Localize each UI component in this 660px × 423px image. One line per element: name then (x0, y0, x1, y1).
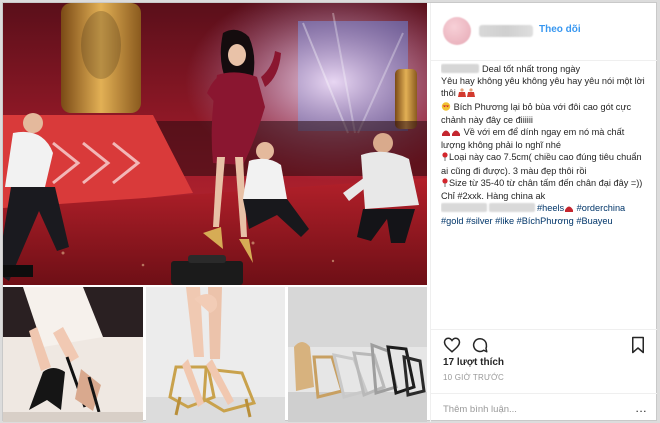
post-caption: Deal tốt nhất trong ngày Yêu hay không y… (441, 63, 647, 313)
follow-button[interactable]: Theo dõi (539, 24, 581, 35)
caption-line-5: Loại này cao 7.5cm( chiều cao đúng tiêu … (441, 152, 642, 176)
caption-username-blurred[interactable] (441, 64, 479, 73)
comment-bar: ... (431, 393, 657, 423)
heel-shoe-emoji-icon (441, 127, 461, 139)
caption-line-4: Về với em để dính ngay em nó mà chất lượ… (441, 127, 625, 151)
heart-icon[interactable] (443, 336, 461, 354)
heel-shoe-emoji-icon (564, 203, 574, 215)
pin-emoji-icon (441, 178, 449, 190)
post-main-photo[interactable] (3, 3, 427, 285)
caption-hashtags-2: #gold #silver #like #BíchPhương #Buayeu (441, 215, 647, 227)
post-sidebar: Theo dõi Deal tốt nhất trong ngày Yêu ha… (430, 3, 657, 423)
ellipsis-icon[interactable]: ... (635, 401, 647, 415)
hashtag-bichphuong[interactable]: #BíchPhương (517, 216, 574, 226)
post-actions (431, 329, 657, 358)
hashtag-like[interactable]: #like (495, 216, 514, 226)
hashtag-buayeu[interactable]: #Buayeu (576, 216, 612, 226)
caption-line-7: Chỉ #2xxk. Hàng china ak (441, 191, 546, 202)
post-header: Theo dõi (431, 3, 657, 61)
comment-icon[interactable] (471, 336, 489, 354)
thumbnail-gold-heels[interactable] (146, 287, 285, 422)
heart-eyes-emoji-icon (441, 101, 451, 114)
caption-line-3: Bích Phương lại bỏ bùa với đôi cao gót c… (441, 101, 632, 125)
pin-emoji-icon (441, 152, 449, 164)
hashtag-silver[interactable]: #silver (466, 216, 493, 226)
comment-input[interactable] (443, 403, 613, 415)
username-blurred[interactable] (479, 25, 533, 37)
hashtag-heels[interactable]: #heels (537, 203, 564, 213)
post-timestamp: 10 GIỜ TRƯỚC (443, 373, 505, 382)
thumbnail-three-colors-heels[interactable] (288, 287, 427, 422)
hashtag-orderchina[interactable]: #orderchina (577, 203, 626, 213)
bookmark-icon[interactable] (629, 336, 647, 354)
stage-performance-photo (3, 3, 427, 285)
likes-count[interactable]: 17 lượt thích (443, 357, 504, 368)
caption-line-6: Size từ 35-40 từ chân tấm đến chân đại đ… (441, 177, 647, 190)
instagram-post: Theo dõi Deal tốt nhất trong ngày Yêu ha… (2, 2, 657, 423)
hashtag-gold[interactable]: #gold (441, 216, 463, 226)
thumbnail-black-heels[interactable] (3, 287, 143, 422)
caption-line-2: Yêu hay không yêu không yêu hay yêu nói … (441, 75, 647, 100)
dancer-emoji-icon (458, 88, 476, 100)
caption-hashtags-1: #heels #orderchina (441, 202, 647, 215)
caption-line-1: Deal tốt nhất trong ngày (441, 63, 647, 75)
avatar[interactable] (443, 17, 471, 45)
post-thumbnails (3, 287, 427, 422)
